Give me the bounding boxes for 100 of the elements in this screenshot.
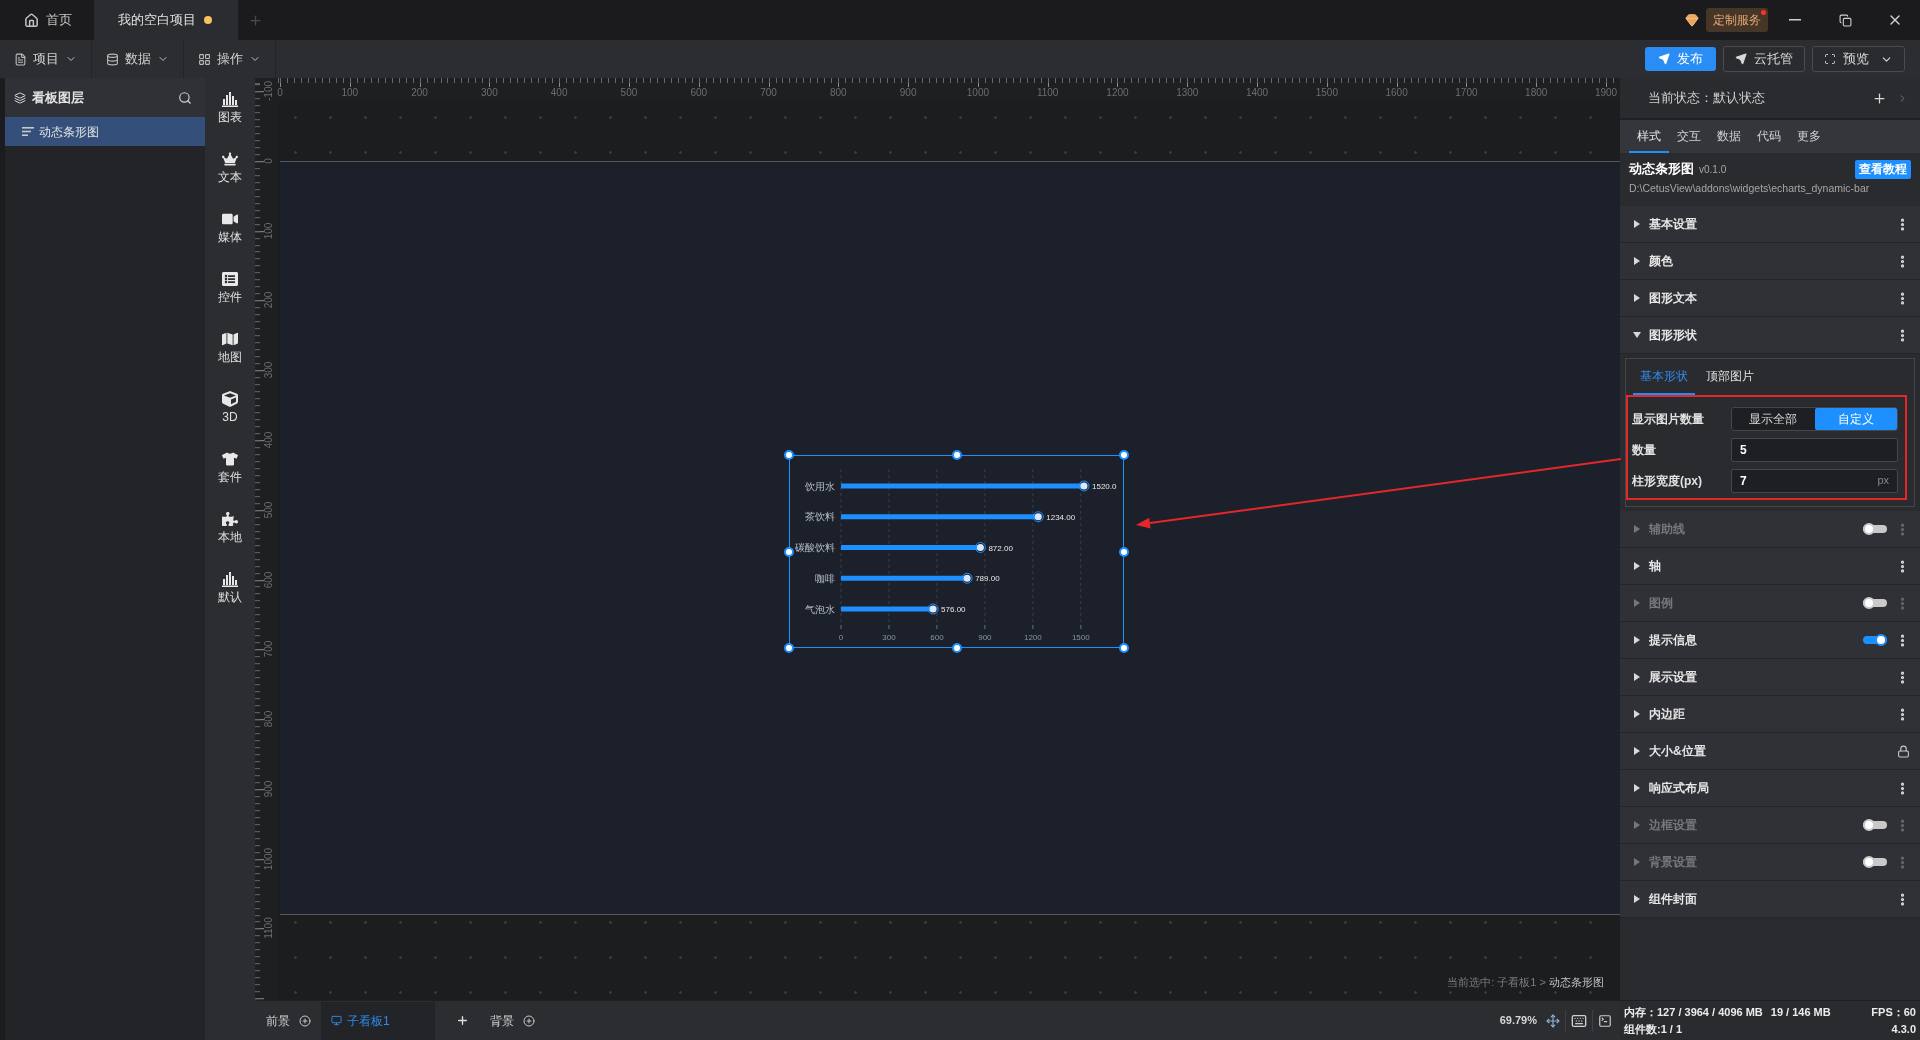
- axis-tick-label: 0: [838, 632, 843, 642]
- ruler-label: 300: [481, 88, 498, 98]
- add-circle-icon[interactable]: [299, 1014, 311, 1027]
- ruler-label: 900: [899, 88, 917, 98]
- settings-section-header[interactable]: 大小&位置: [1620, 733, 1920, 770]
- sub-tab[interactable]: 顶部图片: [1699, 359, 1761, 395]
- ruler-label: 700: [264, 640, 274, 658]
- bar-end-marker: [961, 572, 973, 584]
- widget-category-button[interactable]: 文本: [218, 151, 242, 184]
- resize-handle[interactable]: [951, 643, 962, 653]
- widget-category-button[interactable]: 图表: [218, 91, 242, 124]
- resize-handle[interactable]: [1119, 450, 1129, 460]
- toolbar-button[interactable]: 预览: [1812, 46, 1905, 72]
- zoom-level: 69.79%: [1499, 1013, 1537, 1029]
- ruler-label: 800: [829, 88, 847, 98]
- number-field[interactable]: 7 px: [1731, 468, 1898, 493]
- database-icon: [106, 52, 119, 66]
- ruler-label: 200: [411, 88, 428, 98]
- service-button[interactable]: 定制服务: [1706, 8, 1768, 32]
- toggle-switch[interactable]: [1863, 523, 1887, 535]
- widget-category-button[interactable]: 3D: [222, 391, 238, 424]
- tab[interactable]: 样式: [1629, 120, 1669, 153]
- send-icon: [1658, 53, 1670, 65]
- board-tab[interactable]: 前景: [266, 1011, 290, 1030]
- board-tab[interactable]: 背景: [490, 1011, 514, 1030]
- terminal-icon[interactable]: [1598, 1013, 1612, 1028]
- home-icon: [24, 12, 39, 28]
- move-arrows-icon[interactable]: [1546, 1013, 1560, 1028]
- widget-category-button[interactable]: 媒体: [218, 211, 242, 244]
- settings-section-header[interactable]: 响应式布局: [1620, 770, 1920, 807]
- ruler-label: 0: [277, 88, 283, 98]
- category-label: 咖啡: [814, 572, 835, 584]
- tab[interactable]: 更多: [1789, 120, 1829, 153]
- document-icon: [14, 52, 27, 66]
- board-tab[interactable]: 子看板1: [321, 1001, 435, 1040]
- tab[interactable]: 我的空白项目: [94, 0, 238, 40]
- value-label: 1234.00: [1045, 512, 1075, 522]
- sub-tab[interactable]: 基本形状: [1633, 359, 1695, 395]
- toggle-switch[interactable]: [1863, 597, 1887, 609]
- add-board-icon[interactable]: [456, 1014, 469, 1027]
- ruler-label: -100: [264, 81, 274, 101]
- component-count: 组件数:1 / 1: [1624, 1022, 1683, 1036]
- settings-section-header[interactable]: 内边距: [1620, 696, 1920, 733]
- settings-section-header[interactable]: 轴: [1620, 548, 1920, 585]
- number-field[interactable]: 5: [1731, 437, 1898, 462]
- settings-section-header[interactable]: 组件封面: [1620, 881, 1920, 918]
- category-label: 气泡水: [804, 603, 835, 614]
- settings-section-header[interactable]: 提示信息: [1620, 622, 1920, 659]
- ruler-label: 1000: [966, 88, 989, 98]
- settings-section-header[interactable]: 图形形状: [1620, 317, 1920, 354]
- category-label: 饮用水: [804, 480, 835, 491]
- tab[interactable]: 代码: [1749, 120, 1789, 153]
- resize-handle[interactable]: [1119, 643, 1129, 653]
- toolbar-button[interactable]: 云托管: [1723, 46, 1805, 72]
- version-label: 4.3.0: [1891, 1022, 1916, 1036]
- settings-section-header[interactable]: 展示设置: [1620, 659, 1920, 696]
- resize-handle[interactable]: [1119, 546, 1129, 557]
- toggle-switch[interactable]: [1863, 634, 1887, 646]
- lock-icon[interactable]: [1897, 744, 1910, 758]
- memory-usage: 内存：127 / 3964 / 4096 MB: [1624, 1005, 1763, 1019]
- axis-tick-label: 900: [977, 632, 992, 642]
- field-label: 柱形宽度(px): [1632, 472, 1703, 490]
- ruler-label: 1200: [1106, 88, 1129, 98]
- ruler-label: 100: [341, 88, 359, 98]
- widget-category-button[interactable]: 套件: [218, 451, 242, 484]
- toggle-switch[interactable]: [1863, 819, 1887, 831]
- add-circle-icon[interactable]: [523, 1014, 535, 1027]
- gem-icon: [1685, 13, 1699, 27]
- resize-handle[interactable]: [951, 450, 962, 460]
- ruler-label: 1900: [1594, 88, 1618, 98]
- settings-section-header[interactable]: 颜色: [1620, 243, 1920, 280]
- widget-category-button[interactable]: 地图: [218, 331, 242, 364]
- add-state-icon[interactable]: [1872, 90, 1887, 106]
- bar-end-marker: [974, 541, 986, 553]
- resize-handle[interactable]: [784, 450, 794, 460]
- layer-item[interactable]: 动态条形图: [5, 117, 205, 146]
- settings-section-header[interactable]: 基本设置: [1620, 206, 1920, 243]
- tab[interactable]: 数据: [1709, 120, 1749, 153]
- tab[interactable]: 交互: [1669, 120, 1709, 153]
- widget-category-button[interactable]: 默认: [218, 571, 242, 604]
- ruler-label: 700: [760, 88, 777, 98]
- search-icon[interactable]: [178, 90, 192, 105]
- map-icon: [222, 331, 238, 347]
- selection-path-label: 当前选中: 子看板1 > 动态条形图: [1447, 974, 1604, 990]
- segment-option[interactable]: 显示全部: [1732, 407, 1815, 430]
- widget-category-button[interactable]: 控件: [218, 271, 242, 304]
- bar-end-marker: [1032, 510, 1044, 522]
- toggle-switch[interactable]: [1863, 856, 1887, 868]
- settings-section-header[interactable]: 图形文本: [1620, 280, 1920, 317]
- tab[interactable]: 首页: [0, 0, 94, 40]
- puzzle-icon: [222, 511, 238, 527]
- fps-reading: FPS：60: [1871, 1005, 1916, 1019]
- send-icon: [1735, 53, 1747, 65]
- resize-handle[interactable]: [784, 546, 794, 557]
- ruler-label: 1300: [1176, 88, 1199, 98]
- resize-handle[interactable]: [784, 643, 794, 653]
- keyboard-icon[interactable]: [1571, 1012, 1587, 1029]
- widget-category-button[interactable]: 本地: [218, 511, 242, 544]
- memory-usage: 19 / 146 MB: [1770, 1005, 1831, 1019]
- widget-name: 动态条形图: [1629, 160, 1694, 179]
